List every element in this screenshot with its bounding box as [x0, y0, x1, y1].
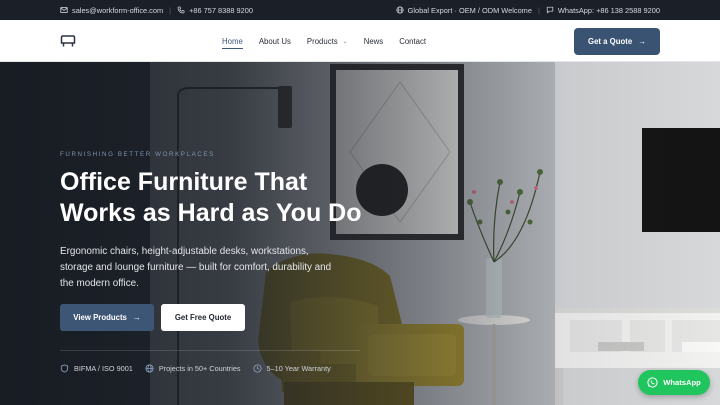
shield-icon — [60, 364, 69, 373]
badge-warranty: 5–10 Year Warranty — [253, 364, 331, 373]
separator: | — [537, 5, 540, 15]
badge-countries-label: Projects in 50+ Countries — [158, 364, 241, 373]
logo[interactable] — [60, 34, 76, 48]
nav-home[interactable]: Home — [222, 37, 243, 49]
headline-line-2: Works as Hard as You Do — [60, 199, 362, 227]
whatsapp-contact[interactable]: WhatsApp: +86 138 2588 9200 — [546, 6, 660, 15]
badge-certification: BIFMA / ISO 9001 — [60, 364, 133, 373]
mail-icon — [60, 6, 68, 14]
arrow-right-icon: → — [638, 37, 646, 46]
nav-about-us[interactable]: About Us — [259, 37, 291, 46]
phone-icon — [177, 6, 185, 14]
lead-line-3: the modern office. — [60, 278, 139, 289]
export-info: Global Export · OEM / ODM Welcome | What… — [396, 6, 660, 15]
nav-news[interactable]: News — [364, 37, 384, 46]
email-link[interactable]: sales@workform-office.com — [60, 6, 163, 15]
badge-certification-label: BIFMA / ISO 9001 — [74, 364, 133, 373]
nav-contact[interactable]: Contact — [399, 37, 426, 46]
chat-icon — [546, 6, 554, 14]
badge-warranty-label: 5–10 Year Warranty — [266, 364, 331, 373]
top-bar: sales@workform-office.com | +86 757 8388… — [0, 0, 720, 20]
trust-badges: BIFMA / ISO 9001 Projects in 50+ Countri… — [60, 364, 331, 373]
main-nav: Home About Us Products ⌄ News Contact — [222, 20, 426, 62]
arrow-right-icon: → — [132, 313, 141, 322]
lead-line-2: storage and lounge furniture — built for… — [60, 262, 332, 273]
separator: | — [169, 5, 172, 15]
nav-products-label: Products — [306, 36, 338, 46]
whatsapp-icon — [647, 377, 658, 388]
clock-icon — [253, 364, 262, 373]
view-products-label: View Products — [73, 313, 127, 322]
globe-icon — [145, 364, 154, 373]
export-text: Global Export · OEM / ODM Welcome — [407, 5, 532, 15]
hero-divider — [60, 350, 360, 351]
hero-overlay — [0, 62, 720, 405]
hero-section: FURNISHING BETTER WORKPLACES Office Furn… — [0, 62, 720, 405]
whatsapp-text: WhatsApp: +86 138 2588 9200 — [557, 5, 660, 15]
whatsapp-label: WhatsApp — [663, 378, 701, 387]
chair-logo-icon — [60, 34, 76, 46]
phone-link[interactable]: +86 757 8388 9200 — [177, 6, 253, 15]
phone-text: +86 757 8388 9200 — [189, 5, 253, 15]
nav-products[interactable]: Products ⌄ — [307, 37, 348, 46]
get-free-quote-button[interactable]: Get Free Quote — [161, 304, 245, 331]
hero-eyebrow: FURNISHING BETTER WORKPLACES — [60, 151, 215, 158]
headline-line-1: Office Furniture That — [60, 168, 308, 196]
nav-home-label: Home — [222, 36, 243, 46]
hero-description: Ergonomic chairs, height-adjustable desk… — [60, 244, 360, 292]
get-a-quote-button[interactable]: Get a Quote → — [574, 28, 660, 55]
get-free-quote-label: Get Free Quote — [174, 313, 232, 322]
badge-countries: Projects in 50+ Countries — [145, 364, 241, 373]
contact-info: sales@workform-office.com | +86 757 8388… — [60, 6, 253, 15]
chevron-down-icon: ⌄ — [342, 38, 348, 45]
hero-headline: Office Furniture That Works as Hard as Y… — [60, 167, 420, 229]
nav-about-label: About Us — [258, 36, 291, 46]
nav-contact-label: Contact — [399, 36, 427, 46]
export-note: Global Export · OEM / ODM Welcome — [396, 6, 532, 15]
lead-line-1: Ergonomic chairs, height-adjustable desk… — [60, 246, 309, 257]
site-header: Home About Us Products ⌄ News Contact Get… — [0, 20, 720, 62]
whatsapp-float-button[interactable]: WhatsApp — [638, 370, 710, 395]
nav-news-label: News — [363, 36, 384, 46]
view-products-button[interactable]: View Products → — [60, 304, 154, 331]
cta-label: Get a Quote — [588, 37, 633, 46]
email-text: sales@workform-office.com — [72, 5, 164, 15]
globe-icon — [396, 6, 404, 14]
